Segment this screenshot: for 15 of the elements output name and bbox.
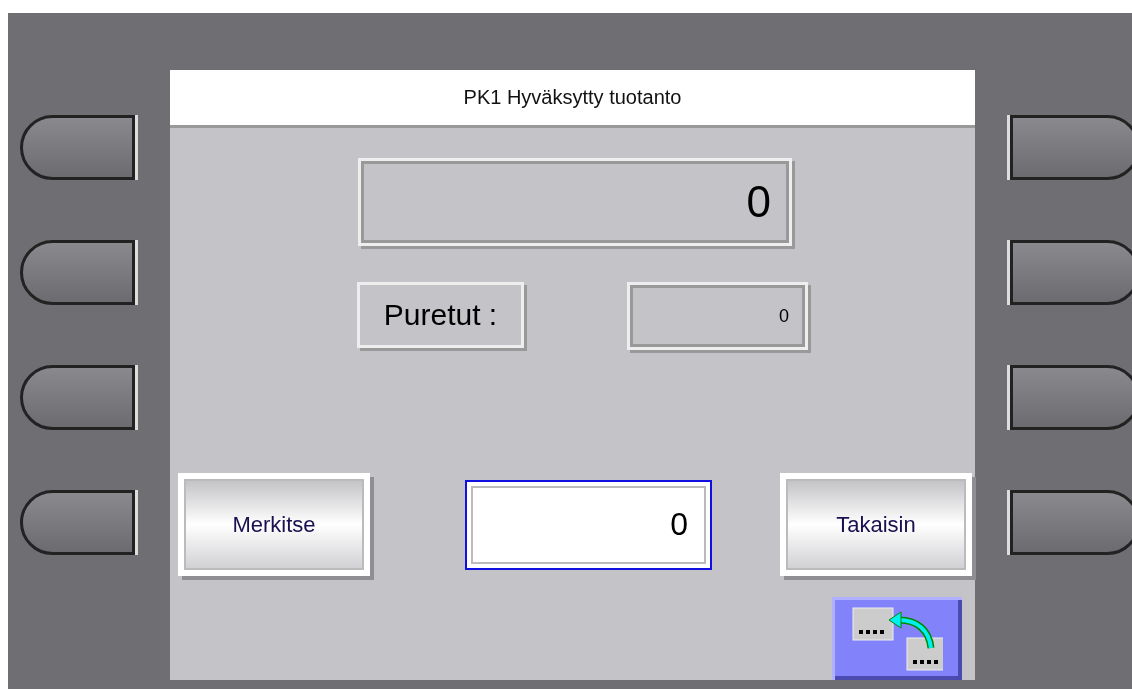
screen-switch-button[interactable] xyxy=(832,597,962,680)
screen-switch-icon xyxy=(851,605,943,672)
soft-key[interactable] xyxy=(1010,365,1132,430)
soft-key[interactable] xyxy=(20,240,135,305)
soft-key[interactable] xyxy=(1010,115,1132,180)
soft-key[interactable] xyxy=(1010,240,1132,305)
value-display: 0 xyxy=(627,282,808,350)
soft-key[interactable] xyxy=(1010,490,1132,555)
soft-key[interactable] xyxy=(20,490,135,555)
soft-key[interactable] xyxy=(20,115,135,180)
value-display: 0 xyxy=(358,158,792,246)
soft-key[interactable] xyxy=(20,365,135,430)
input-field[interactable]: 0 xyxy=(465,479,712,570)
window-title: PK1 Hyväksytty tuotanto xyxy=(170,70,975,128)
field-label: Puretut : xyxy=(357,282,524,348)
